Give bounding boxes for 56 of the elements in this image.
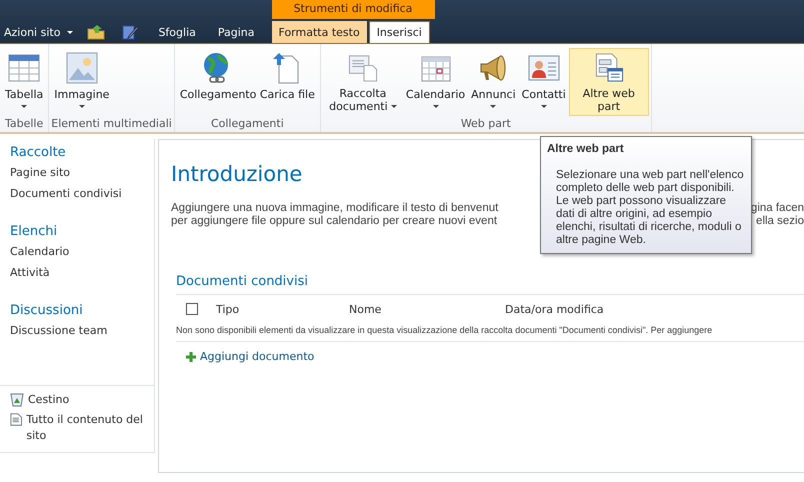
folder-arrow-icon[interactable]: [87, 24, 106, 40]
nav-link[interactable]: Tutto il contenuto del sito: [10, 412, 150, 444]
nav-heading-link[interactable]: Elenchi: [10, 224, 154, 239]
site-actions-menu[interactable]: Azioni sito: [4, 26, 80, 38]
nav-heading-link[interactable]: Discussioni: [10, 303, 154, 318]
add-document-link[interactable]: Aggiungi documento: [186, 350, 804, 363]
caret-icon: [490, 105, 496, 108]
column-header[interactable]: Tipo: [216, 302, 349, 316]
ribbon-button[interactable]: Annunci: [468, 48, 519, 116]
paragraph-text: ella sezio: [756, 215, 804, 228]
ribbon-tab[interactable]: Formatta testo: [272, 21, 367, 43]
ribbon-group-label: Tabelle: [4, 117, 44, 132]
caret-icon: [540, 105, 547, 108]
page-edit-icon[interactable]: [121, 23, 140, 41]
tooltip-text: Selezionare una web part nell'elenco completo delle web part disponibili. Le web part possono visualizzare dati di altre origini, ad esempio elenchi, risultati di ricerche, moduli o altre pagine Web.: [555, 169, 745, 247]
ribbon-group-label: Elementi multimediali: [51, 117, 172, 132]
ribbon-button[interactable]: Contatti: [518, 48, 569, 116]
context-group-title: Strumenti di modifica: [272, 0, 435, 19]
select-all-checkbox[interactable]: [186, 303, 198, 315]
ribbon-button[interactable]: Tabella: [2, 48, 46, 116]
nav-link[interactable]: Discussione team: [10, 324, 154, 337]
ribbon-button[interactable]: Collegamento: [176, 48, 257, 116]
nav-link[interactable]: Attività: [10, 266, 154, 279]
caret-icon: [78, 105, 85, 108]
column-header[interactable]: Nome: [349, 302, 505, 316]
paragraph-text: Aggiungere una nuova immagine, modificare il testo di benvenut: [171, 202, 498, 215]
ribbon-tab[interactable]: Pagina: [206, 21, 266, 43]
ribbon-button[interactable]: Immagine: [51, 48, 112, 116]
ribbon-button[interactable]: Altre web part: [568, 48, 649, 116]
nav-link[interactable]: Calendario: [10, 245, 154, 258]
page-title: Introduzione: [171, 162, 302, 186]
document-icon: [10, 412, 22, 427]
picture-icon: [66, 52, 98, 84]
ribbon-tab[interactable]: Sfoglia: [147, 21, 207, 43]
paragraph-text: gina facen: [750, 202, 804, 215]
ribbon-group-label: Web part: [460, 117, 512, 132]
nav-heading-link[interactable]: Raccolte: [10, 145, 154, 160]
caret-icon: [21, 105, 28, 108]
ribbon-tab[interactable]: Inserisci: [368, 21, 430, 43]
recycle-bin-icon: [10, 392, 24, 407]
nav-link[interactable]: Documenti condivisi: [10, 187, 154, 200]
ribbon-button[interactable]: Raccolta documenti: [322, 48, 403, 116]
plus-icon: [186, 352, 196, 362]
caret-icon: [390, 105, 397, 108]
caret-icon: [432, 105, 439, 108]
ribbon-button[interactable]: Calendario: [402, 48, 468, 116]
paragraph-text: per aggiungere file oppure sul calendario per creare nuovi event: [171, 215, 498, 228]
column-header[interactable]: Data/ora modifica: [505, 302, 604, 316]
table-icon: [8, 52, 40, 84]
ribbon-group-label: Collegamenti: [210, 117, 285, 132]
web-part-title: Documenti condivisi: [176, 274, 804, 295]
nav-link[interactable]: Pagine sito: [10, 166, 154, 179]
ribbon-button[interactable]: Carica file: [256, 48, 318, 116]
nav-link[interactable]: Cestino: [10, 392, 150, 408]
tooltip-title: Altre web part: [547, 143, 625, 155]
empty-list-message: Non sono disponibili elementi da visualizzare in questa visualizzazione della raccolta documenti "Documenti condivisi". Per aggiungere: [176, 323, 804, 342]
